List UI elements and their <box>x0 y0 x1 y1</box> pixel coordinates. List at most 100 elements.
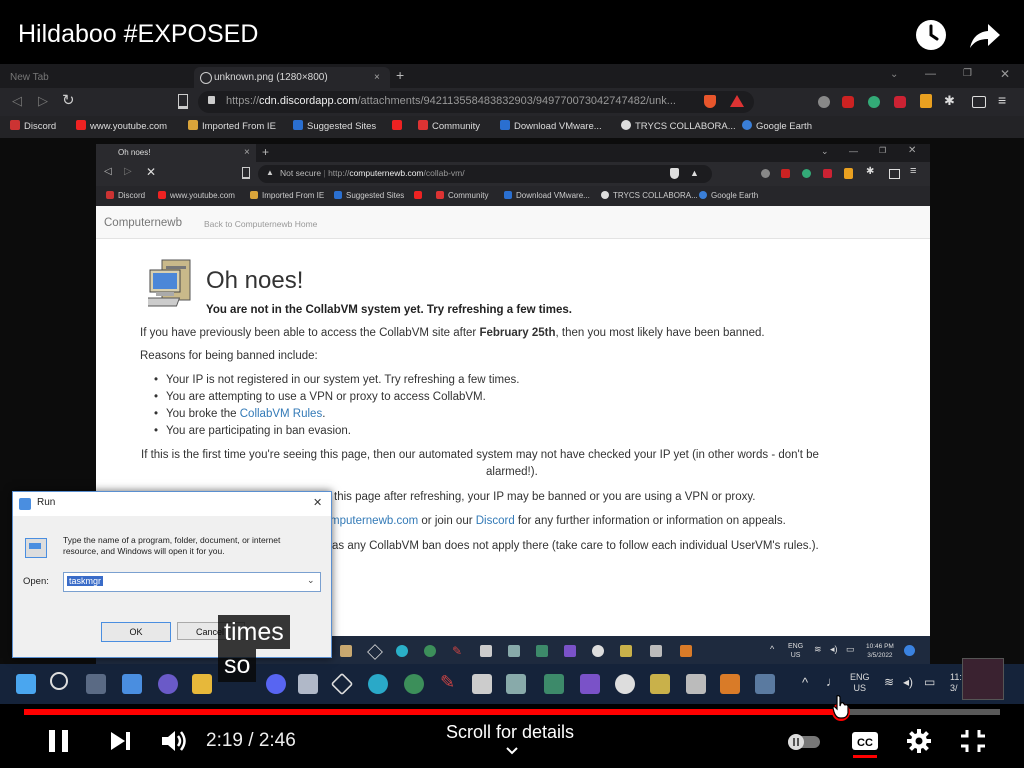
autoplay-toggle[interactable] <box>786 727 822 755</box>
menu-icon[interactable]: ≡ <box>998 92 1006 108</box>
app-icon[interactable] <box>620 645 632 657</box>
stop-icon[interactable]: ✕ <box>146 165 156 179</box>
watch-later-icon[interactable] <box>914 18 948 52</box>
forward-icon[interactable]: ▷ <box>124 166 132 177</box>
bookmark-item[interactable]: TRYCS COLLABORA... <box>621 120 736 132</box>
volume-button[interactable] <box>160 727 188 755</box>
volume-icon[interactable]: ◂) <box>903 675 913 689</box>
app-icon[interactable] <box>404 674 424 694</box>
notification-icon[interactable] <box>904 645 915 656</box>
bookmark-item[interactable]: Suggested Sites <box>334 191 404 200</box>
new-tab-button[interactable]: + <box>262 145 269 159</box>
app-icon[interactable]: ✎ <box>440 672 455 693</box>
tab-search-icon[interactable]: ⌄ <box>821 146 829 157</box>
battery-icon[interactable]: ▭ <box>846 644 855 655</box>
tab-search-icon[interactable]: ⌄ <box>890 69 898 80</box>
volume-icon[interactable]: ◂) <box>830 644 838 655</box>
bookmark-item[interactable]: Community <box>436 191 488 200</box>
ok-button[interactable]: OK <box>101 622 171 642</box>
visual-studio-icon[interactable] <box>580 674 600 694</box>
task-view-icon[interactable] <box>86 674 106 694</box>
bookmark-item[interactable]: Imported From IE <box>188 120 276 132</box>
app-icon[interactable] <box>508 645 520 657</box>
share-icon[interactable] <box>968 18 1002 52</box>
app-icon[interactable] <box>650 674 670 694</box>
minimize-icon[interactable]: — <box>925 68 936 80</box>
run-input[interactable]: taskmgr ⌄ <box>63 572 321 592</box>
back-home-link[interactable]: Back to Computernewb Home <box>204 219 317 229</box>
extension-icon[interactable] <box>761 169 770 178</box>
inner-tab-active[interactable]: Oh noes! × <box>96 144 256 162</box>
bookmark-item[interactable]: Suggested Sites <box>293 120 376 132</box>
close-icon[interactable]: ✕ <box>313 496 322 509</box>
battery-icon[interactable]: ▭ <box>924 675 935 689</box>
bookmark-item[interactable]: Download VMware... <box>504 191 590 200</box>
exit-fullscreen-button[interactable] <box>958 727 988 755</box>
bookmark-icon[interactable] <box>242 167 250 179</box>
discord-link[interactable]: Discord <box>476 515 515 527</box>
tray-clock[interactable]: 10:46 PM 3/5/2022 <box>866 642 894 660</box>
new-tab-button[interactable]: + <box>396 67 404 83</box>
outer-tab-new[interactable]: New Tab <box>0 67 190 88</box>
app-icon[interactable] <box>536 645 548 657</box>
restore-icon[interactable]: ❐ <box>879 146 886 155</box>
windows-start-icon[interactable] <box>16 674 36 694</box>
app-icon[interactable]: ✎ <box>452 644 462 658</box>
brave-rewards-icon[interactable] <box>730 95 744 107</box>
brave-shield-icon[interactable] <box>704 95 716 108</box>
app-icon[interactable] <box>755 674 775 694</box>
restore-icon[interactable]: ❐ <box>963 68 972 79</box>
next-button[interactable] <box>108 727 134 755</box>
extension-icon[interactable] <box>868 96 880 108</box>
network-icon[interactable]: ≋ <box>884 675 894 689</box>
bookmark-item[interactable]: Google Earth <box>742 120 812 132</box>
file-explorer-icon[interactable] <box>192 674 212 694</box>
outer-tab-active[interactable]: unknown.png (1280×800) × <box>194 67 390 88</box>
minimize-icon[interactable]: — <box>849 146 858 156</box>
run-title-bar[interactable]: Run ✕ <box>13 492 331 516</box>
video-title[interactable]: Hildaboo #EXPOSED <box>18 20 258 49</box>
bookmark-item[interactable]: Download VMware... <box>500 120 602 132</box>
search-icon[interactable] <box>50 672 68 690</box>
app-icon[interactable] <box>480 645 492 657</box>
tray-language[interactable]: ENG US <box>850 672 870 694</box>
back-icon[interactable]: ◁ <box>104 166 112 177</box>
edge-icon[interactable] <box>396 645 408 657</box>
bookmark-item[interactable]: www.youtube.com <box>76 120 167 132</box>
scroll-for-details[interactable]: Scroll for details <box>446 722 574 743</box>
pause-button[interactable] <box>46 727 72 755</box>
extensions-puzzle-icon[interactable]: ✱ <box>866 166 874 177</box>
bookmark-item[interactable]: Community <box>418 120 480 132</box>
microphone-icon[interactable]: ♩ <box>826 674 839 689</box>
mini-player-thumbnail[interactable] <box>962 658 1004 700</box>
bookmark-item[interactable]: Discord <box>106 191 145 200</box>
extension-icon[interactable] <box>894 96 906 108</box>
inner-url-field[interactable]: ▲ Not secure | http://computernewb.com/c… <box>258 165 712 183</box>
bookmark-icon[interactable] <box>178 94 188 109</box>
extension-icon[interactable] <box>842 96 854 108</box>
app-icon[interactable] <box>424 645 436 657</box>
app-icon[interactable] <box>680 645 692 657</box>
site-brand[interactable]: Computernewb <box>104 217 182 229</box>
bookmark-item[interactable] <box>414 191 426 200</box>
tray-language[interactable]: ENG US <box>788 642 803 660</box>
brave-rewards-icon[interactable]: ▲ <box>690 168 699 178</box>
back-icon[interactable]: ◁ <box>12 93 22 109</box>
bookmark-item[interactable]: TRYCS COLLABORA... <box>601 191 698 200</box>
close-icon[interactable]: × <box>374 67 380 88</box>
app-icon[interactable] <box>686 674 706 694</box>
cube-icon[interactable] <box>330 672 354 696</box>
app-icon[interactable] <box>615 674 635 694</box>
app-icon[interactable] <box>592 645 604 657</box>
reload-icon[interactable]: ↻ <box>62 91 75 109</box>
extension-icon[interactable] <box>818 96 830 108</box>
sidebar-icon[interactable] <box>889 169 900 179</box>
extension-icon[interactable] <box>844 168 853 179</box>
chevron-down-icon[interactable] <box>505 746 519 756</box>
sidebar-icon[interactable] <box>972 96 986 108</box>
cube-icon[interactable] <box>367 644 383 660</box>
bookmark-item[interactable]: Google Earth <box>699 191 758 200</box>
app-icon[interactable] <box>544 674 564 694</box>
extension-icon[interactable] <box>920 94 932 108</box>
edge-icon[interactable] <box>368 674 388 694</box>
